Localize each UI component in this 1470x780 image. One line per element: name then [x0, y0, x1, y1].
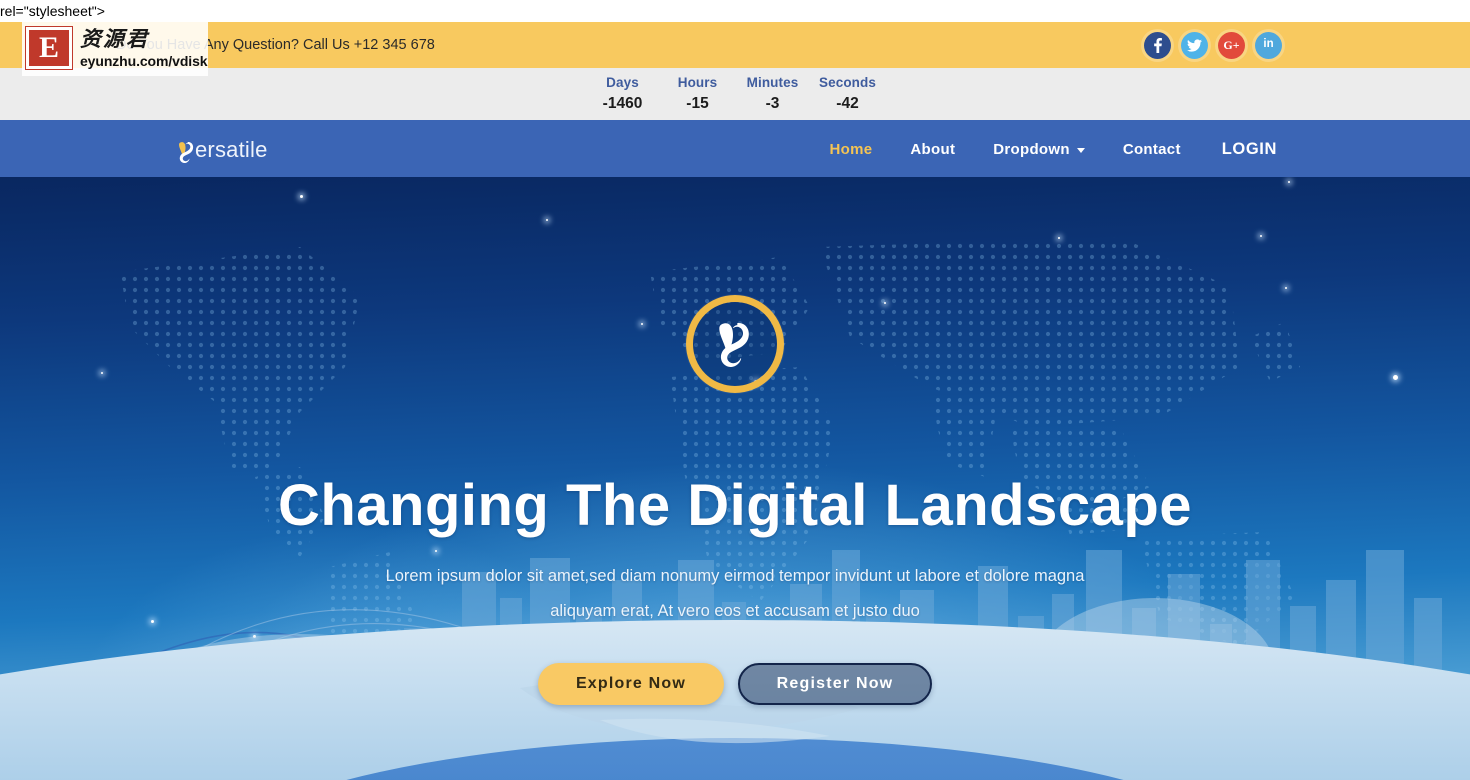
countdown-bar: Days -1460 Hours -15 Minutes -3 Seconds …	[0, 68, 1470, 122]
facebook-icon[interactable]	[1144, 31, 1171, 59]
stray-markup-text: rel="stylesheet">	[0, 3, 105, 19]
main-navbar: ersatile Home About Dropdown Contact LOG…	[0, 122, 1470, 177]
countdown-seconds-value: -42	[836, 94, 859, 112]
countdown-minutes-label: Minutes	[746, 74, 799, 90]
register-now-button[interactable]: Register Now	[738, 663, 932, 705]
login-button-label: LOGIN	[1221, 140, 1277, 158]
social-links: G+ in	[1144, 22, 1282, 68]
hero-subtitle-line-2: aliquyam erat, At vero eos et accusam et…	[550, 602, 920, 620]
google-plus-glyph: G+	[1223, 38, 1240, 52]
countdown-seconds-label: Seconds	[819, 74, 876, 90]
nav-item-dropdown[interactable]: Dropdown	[974, 141, 1104, 158]
nav-item-contact-label: Contact	[1122, 141, 1181, 158]
twitter-icon[interactable]	[1181, 31, 1208, 59]
brand-name-text: ersatile	[195, 136, 268, 162]
watermark-overlay: E 资源君 eyunzhu.com/vdisk	[22, 20, 208, 76]
nav-item-home-label: Home	[829, 141, 873, 158]
explore-now-button[interactable]: Explore Now	[538, 663, 724, 705]
chevron-down-icon	[1076, 148, 1085, 153]
nav-links: Home About Dropdown Contact LOGIN	[811, 122, 1277, 177]
linkedin-icon[interactable]: in	[1255, 31, 1282, 59]
brand-logo[interactable]: ersatile	[178, 122, 268, 177]
hero-subtitle-line-1: Lorem ipsum dolor sit amet,sed diam nonu…	[385, 567, 1085, 585]
watermark-chinese-text: 资源君	[80, 26, 149, 51]
countdown-seconds: Seconds -42	[810, 75, 885, 114]
countdown-minutes: Minutes -3	[735, 75, 810, 114]
hero-content: Changing The Digital Landscape Lorem ips…	[0, 177, 1470, 780]
register-now-button-label: Register Now	[776, 675, 894, 692]
explore-now-button-label: Explore Now	[575, 675, 687, 692]
linkedin-glyph: in	[1263, 38, 1274, 51]
nav-item-about[interactable]: About	[891, 141, 974, 158]
countdown-items: Days -1460 Hours -15 Minutes -3 Seconds …	[0, 68, 1470, 120]
watermark-logo-icon: E	[25, 26, 73, 70]
countdown-hours-value: -15	[686, 94, 709, 112]
google-plus-icon[interactable]: G+	[1218, 31, 1245, 59]
countdown-days-label: Days	[606, 74, 639, 90]
countdown-hours: Hours -15	[660, 75, 735, 114]
nav-item-about-label: About	[910, 141, 956, 158]
watermark-text: 资源君 eyunzhu.com/vdisk	[80, 26, 208, 69]
vine-logo-icon	[719, 323, 749, 367]
nav-item-home[interactable]: Home	[811, 141, 892, 158]
hero-section: Changing The Digital Landscape Lorem ips…	[0, 177, 1470, 780]
countdown-days-value: -1460	[602, 94, 643, 112]
watermark-url-text: eyunzhu.com/vdisk	[80, 52, 208, 69]
login-button[interactable]: LOGIN	[1200, 140, 1277, 159]
nav-item-contact[interactable]: Contact	[1104, 141, 1200, 158]
hero-badge	[686, 295, 784, 393]
countdown-days: Days -1460	[585, 75, 660, 114]
countdown-minutes-value: -3	[765, 94, 780, 112]
top-contact-bar: Do You Have Any Question? Call Us +12 34…	[0, 22, 1470, 68]
countdown-hours-label: Hours	[677, 74, 718, 90]
hero-subtitle: Lorem ipsum dolor sit amet,sed diam nonu…	[335, 559, 1135, 629]
hero-title: Changing The Digital Landscape	[277, 473, 1193, 538]
nav-item-dropdown-label: Dropdown	[993, 141, 1070, 158]
hero-cta-group: Explore Now Register Now	[538, 663, 932, 705]
watermark-letter: E	[38, 31, 59, 64]
vine-logo-icon	[178, 141, 195, 163]
